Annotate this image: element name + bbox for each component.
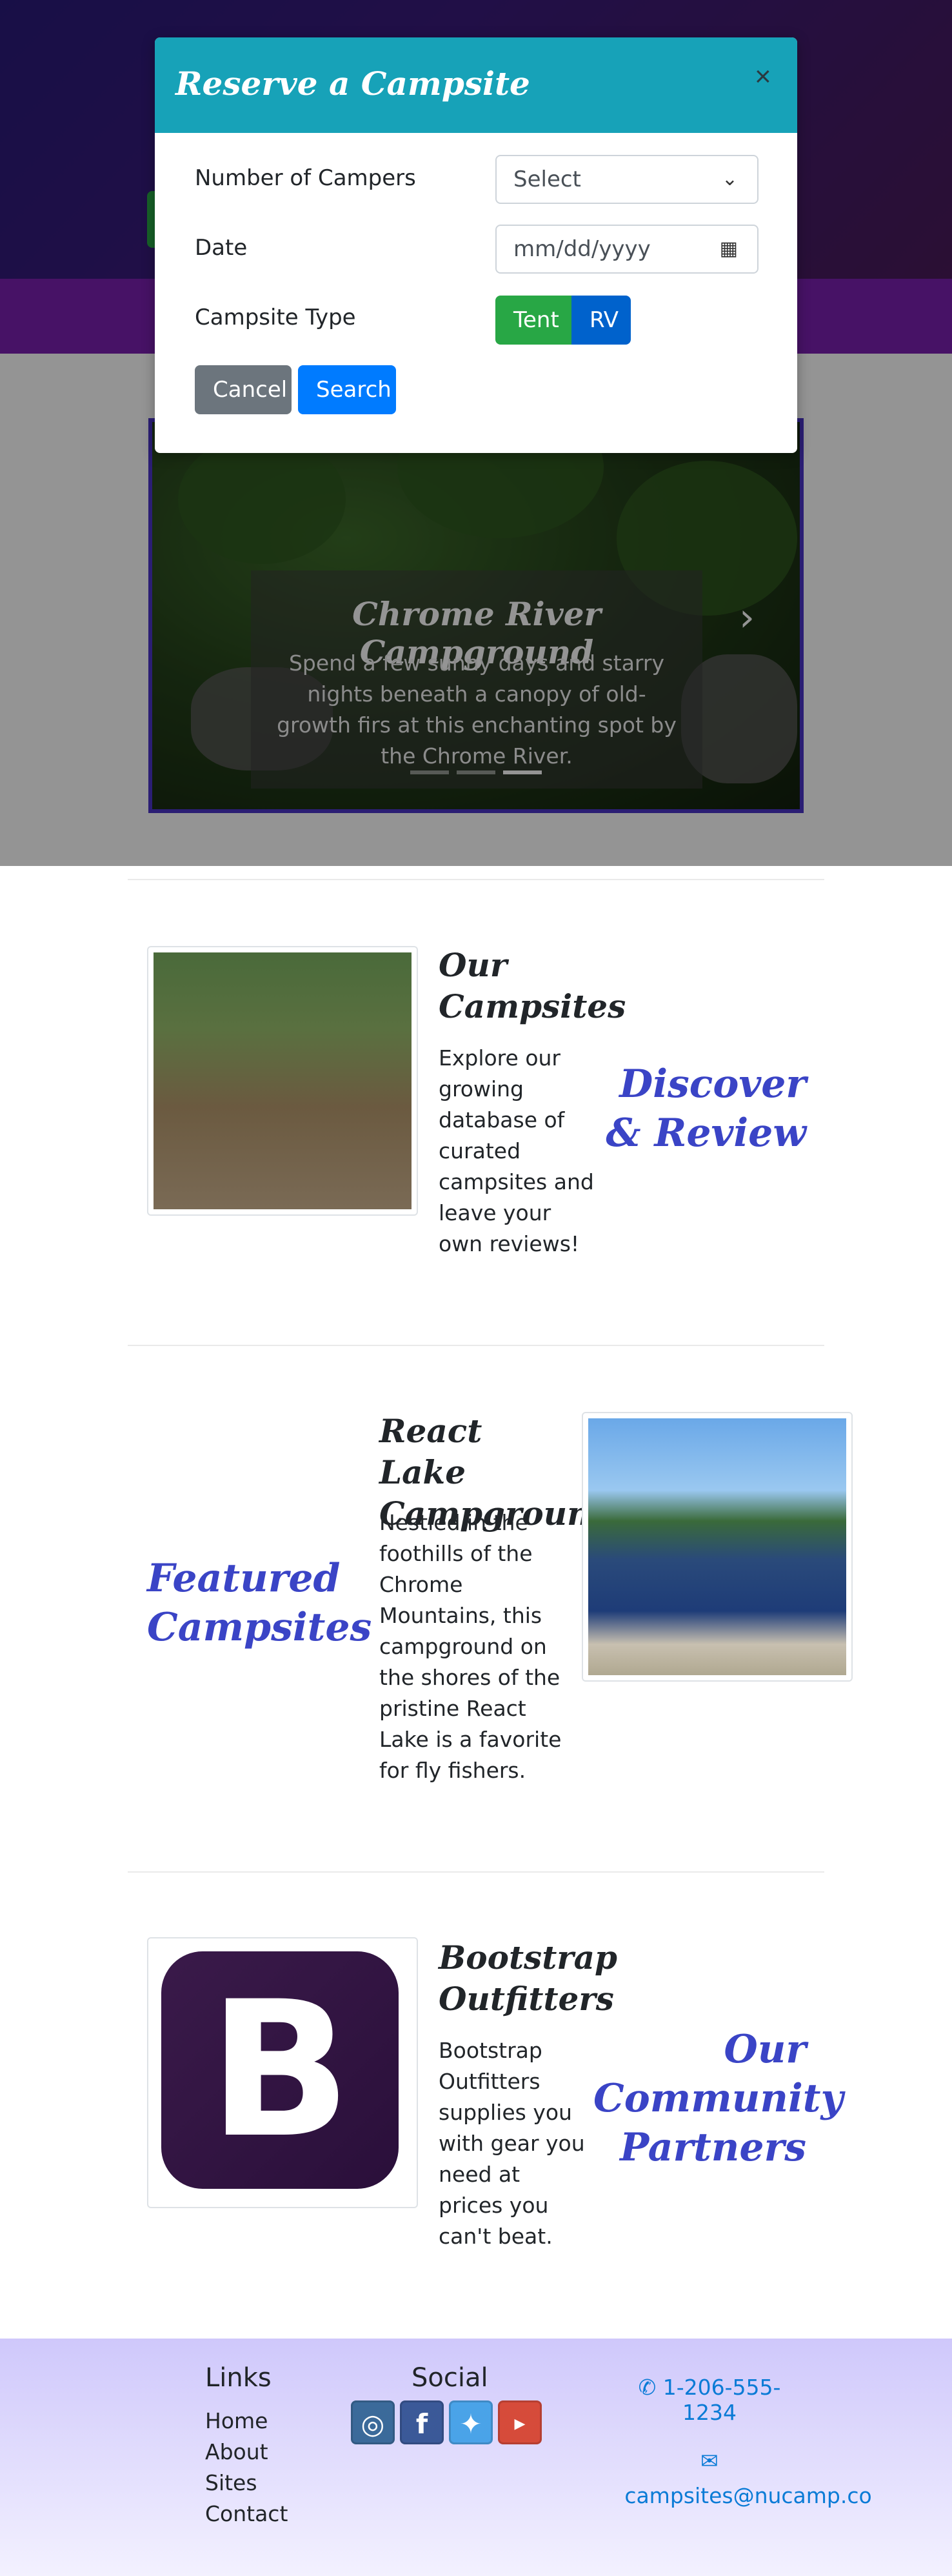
- campers-label: Number of Campers: [195, 165, 416, 191]
- email-link[interactable]: campsites@nucamp.co: [619, 2483, 877, 2508]
- footer-link-home[interactable]: Home: [205, 2408, 268, 2433]
- modal-backdrop[interactable]: Reserve a Campsite × Number of Campers S…: [0, 0, 952, 866]
- featured-text: Nestled in the foothills of the Chrome M…: [379, 1510, 562, 1783]
- campfire-photo: [154, 952, 412, 1209]
- tent-button[interactable]: Tent: [495, 296, 571, 345]
- campers-select-value: Select: [513, 166, 581, 192]
- calendar-icon[interactable]: ▦: [720, 226, 738, 272]
- campsite-type-label: Campsite Type: [195, 305, 356, 330]
- partner-text: Bootstrap Outfitters supplies you with g…: [439, 2038, 585, 2249]
- discover-heading: Discover & Review: [606, 1062, 806, 1156]
- partner-title: Bootstrap Outfitters: [439, 1938, 618, 2018]
- modal-header: Reserve a Campsite ×: [155, 37, 797, 133]
- footer-link-sites[interactable]: Sites: [205, 2470, 257, 2495]
- bootstrap-logo: B: [161, 1951, 399, 2189]
- modal-title: Reserve a Campsite: [175, 65, 530, 103]
- phone-text: 1-206-555-1234: [662, 2375, 781, 2425]
- date-label: Date: [195, 235, 248, 261]
- featured-heading: Featured Campsites: [147, 1556, 372, 1650]
- search-button[interactable]: Search: [298, 365, 396, 414]
- close-icon[interactable]: ×: [755, 61, 771, 93]
- divider: [128, 879, 824, 880]
- campsite-type-toggle: Tent RV: [495, 296, 631, 345]
- campsites-text: Explore our growing database of curated …: [439, 1045, 594, 1256]
- campers-select[interactable]: Select ⌄: [495, 155, 759, 204]
- twitter-icon[interactable]: ✦: [449, 2400, 493, 2444]
- chevron-down-icon: ⌄: [721, 168, 738, 190]
- lake-photo: [588, 1418, 846, 1675]
- footer-link-contact[interactable]: Contact: [205, 2501, 288, 2526]
- cancel-button[interactable]: Cancel: [195, 365, 292, 414]
- footer-links-heading: Links: [205, 2363, 272, 2393]
- divider: [128, 1345, 824, 1346]
- social-buttons: ◎ f ✦ ▶: [351, 2400, 542, 2444]
- campsites-title: Our Campsites: [439, 946, 626, 1025]
- phone-icon: ✆: [638, 2375, 663, 2400]
- rv-button[interactable]: RV: [571, 296, 631, 345]
- divider: [128, 1871, 824, 1873]
- bootstrap-logo-letter: B: [208, 1962, 352, 2179]
- bootstrap-logo-image: B: [147, 1937, 418, 2208]
- youtube-icon[interactable]: ▶: [498, 2400, 542, 2444]
- partners-heading: Our Community Partners: [593, 2027, 844, 2170]
- phone-link[interactable]: ✆ 1-206-555-1234: [619, 2375, 800, 2425]
- date-input[interactable]: mm/dd/yyyy ▦: [495, 225, 759, 274]
- date-input-value: mm/dd/yyyy: [513, 236, 651, 262]
- reserve-modal: Reserve a Campsite × Number of Campers S…: [155, 37, 797, 453]
- campsite-image: [147, 946, 418, 1216]
- facebook-icon[interactable]: f: [400, 2400, 444, 2444]
- footer-social-heading: Social: [412, 2363, 488, 2393]
- email-icon: ✉: [700, 2448, 719, 2473]
- footer-link-about[interactable]: About: [205, 2439, 268, 2464]
- instagram-icon[interactable]: ◎: [351, 2400, 395, 2444]
- react-lake-image: [582, 1412, 853, 1682]
- site-footer: Links Home About Sites Contact Social ◎ …: [0, 2339, 952, 2576]
